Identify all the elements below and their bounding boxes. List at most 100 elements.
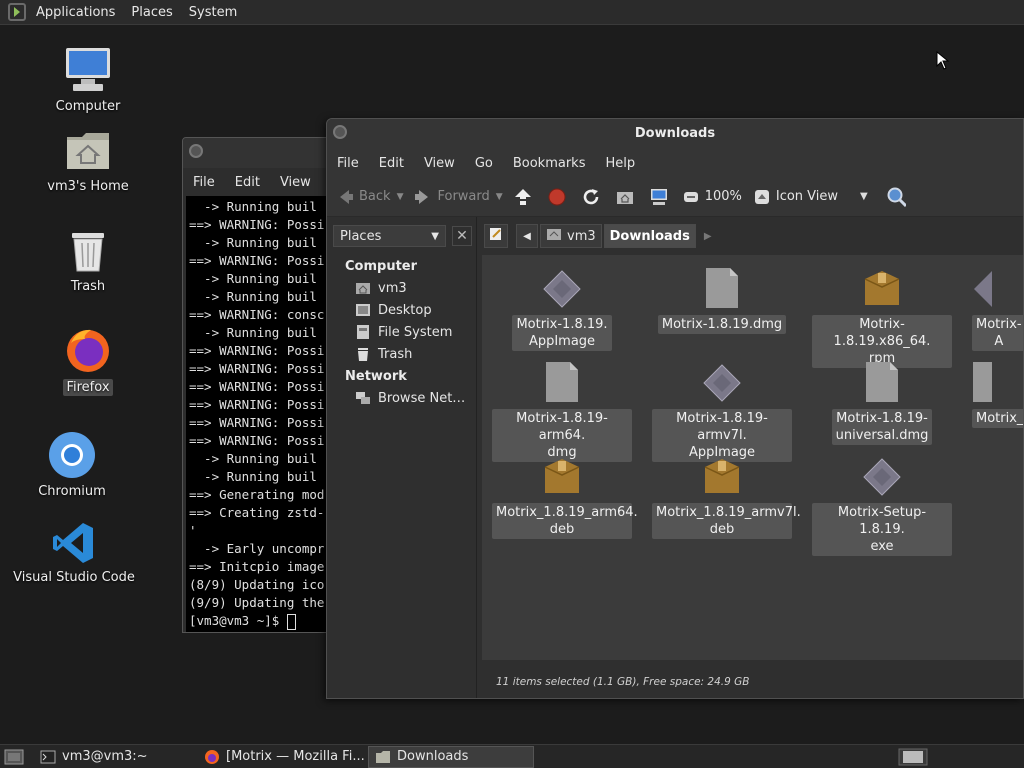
forward-button[interactable]: Forward ▼ bbox=[413, 187, 503, 207]
desktop-icon-chromium[interactable]: Chromium bbox=[12, 430, 132, 499]
terminal-line: (9/9) Updating the bbox=[189, 595, 325, 610]
menu-bookmarks[interactable]: Bookmarks bbox=[503, 156, 596, 171]
path-segment-vm3[interactable]: vm3 bbox=[540, 224, 602, 248]
desktop-icon-firefox[interactable]: Firefox bbox=[28, 325, 148, 396]
toggle-location-button[interactable] bbox=[484, 224, 508, 248]
sidebar-item-label: Trash bbox=[378, 346, 413, 362]
system-menu[interactable]: System bbox=[181, 0, 245, 25]
file-manager-titlebar[interactable]: Downloads bbox=[327, 119, 1023, 149]
chevron-right-icon[interactable]: ▶ bbox=[704, 231, 712, 242]
desktop-icon-trash[interactable]: Trash bbox=[28, 227, 148, 294]
computer-icon[interactable] bbox=[649, 187, 669, 207]
terminal-line: -> Running buil bbox=[189, 199, 317, 214]
computer-icon bbox=[66, 48, 110, 91]
terminal-line: ' bbox=[189, 523, 197, 538]
sidebar-item-trash[interactable]: Trash bbox=[327, 343, 476, 365]
mouse-pointer-icon bbox=[936, 51, 950, 70]
generic-file-icon bbox=[865, 359, 899, 403]
applications-menu[interactable]: Applications bbox=[28, 0, 123, 25]
file-item[interactable]: Motrix_1.8.19_armv7l. deb bbox=[652, 453, 801, 539]
zoom-control[interactable]: 100% bbox=[681, 187, 742, 207]
desktop-icon-home[interactable]: vm3's Home bbox=[28, 127, 148, 194]
desktop-icon-vscode[interactable]: Visual Studio Code bbox=[13, 520, 135, 585]
desktop-icon-label: vm3's Home bbox=[47, 179, 129, 194]
sidebar-item-vm3[interactable]: vm3 bbox=[327, 277, 476, 299]
sidebar-item-desktop[interactable]: Desktop bbox=[327, 299, 476, 321]
sidebar-item-label: Browse Net… bbox=[378, 390, 466, 406]
file-item[interactable]: Motrix_1.8.19_arm64. deb bbox=[492, 453, 638, 539]
file-item[interactable]: Motrix-1.8.19.dmg bbox=[652, 265, 792, 334]
file-item[interactable]: Motrix-1.8.19-armv7l. AppImage bbox=[652, 359, 792, 462]
path-segment-downloads[interactable]: Downloads bbox=[603, 224, 696, 248]
task-firefox[interactable]: [Motrix — Mozilla Fi... bbox=[198, 746, 364, 768]
file-item[interactable]: Motrix-1.8.19-arm64. dmg bbox=[492, 359, 632, 462]
terminal-menu-edit[interactable]: Edit bbox=[225, 175, 270, 190]
back-label: Back bbox=[359, 189, 391, 204]
network-icon bbox=[355, 390, 371, 406]
task-downloads[interactable]: Downloads bbox=[368, 745, 534, 768]
file-name: Motrix-Setup-1.8.19. exe bbox=[812, 503, 952, 556]
back-button[interactable]: Back ▼ bbox=[335, 187, 403, 207]
sidebar-item-browse-network[interactable]: Browse Net… bbox=[327, 387, 476, 409]
terminal-line: -> Running buil bbox=[189, 451, 317, 466]
terminal-menu-file[interactable]: File bbox=[183, 175, 225, 190]
up-arrow-icon[interactable] bbox=[513, 187, 533, 207]
menu-view[interactable]: View bbox=[414, 156, 465, 171]
chevron-down-icon[interactable]: ▼ bbox=[397, 192, 404, 202]
appimage-file-icon bbox=[862, 453, 902, 497]
task-label: [Motrix — Mozilla Fi... bbox=[226, 749, 364, 764]
desktop-icon-computer[interactable]: Computer bbox=[28, 45, 148, 114]
terminal-menu-view[interactable]: View bbox=[270, 175, 321, 190]
drive-icon bbox=[355, 324, 371, 340]
chevron-left-icon: ◀ bbox=[523, 230, 531, 242]
chevron-down-icon[interactable]: ▼ bbox=[496, 192, 503, 202]
file-item[interactable]: Motrix- A bbox=[972, 265, 1023, 351]
terminal-line: -> Running buil bbox=[189, 271, 317, 286]
show-desktop-icon[interactable] bbox=[4, 747, 24, 767]
terminal-window[interactable]: File Edit View -> Running buil ==> WARNIN… bbox=[182, 137, 342, 633]
path-segment-label: Downloads bbox=[609, 228, 690, 244]
search-icon[interactable] bbox=[886, 187, 906, 207]
terminal-line: -> Running buil bbox=[189, 469, 317, 484]
file-item[interactable]: Motrix-Setup-1.8.19. exe bbox=[812, 453, 952, 556]
top-panel: Applications Places System bbox=[0, 0, 1024, 25]
file-manager-window[interactable]: Downloads File Edit View Go Bookmarks He… bbox=[326, 118, 1024, 699]
desktop-icon-label: Visual Studio Code bbox=[13, 570, 135, 585]
places-menu[interactable]: Places bbox=[123, 0, 180, 25]
menu-go[interactable]: Go bbox=[465, 156, 503, 171]
menu-logo-icon[interactable] bbox=[8, 3, 26, 21]
task-label: Downloads bbox=[397, 749, 469, 764]
file-item[interactable]: Motrix-1.8.19- universal.dmg bbox=[812, 359, 952, 445]
terminal-line: ==> WARNING: Possi bbox=[189, 397, 325, 412]
terminal-line: -> Early uncompr bbox=[189, 541, 325, 556]
menu-help[interactable]: Help bbox=[595, 156, 645, 171]
file-icon-view[interactable]: Motrix-1.8.19. AppImage Motrix-1.8.19.dm… bbox=[482, 255, 1023, 660]
terminal-titlebar[interactable] bbox=[183, 138, 341, 168]
file-item[interactable]: Motrix-1.8.19.x86_64. rpm bbox=[812, 265, 952, 368]
close-sidebar-button[interactable]: ✕ bbox=[452, 226, 472, 246]
terminal-line: ==> Generating mod bbox=[189, 487, 325, 502]
path-scroll-left-button[interactable]: ◀ bbox=[516, 224, 538, 248]
window-menu-icon[interactable] bbox=[189, 144, 203, 158]
stop-icon[interactable] bbox=[547, 187, 567, 207]
file-manager-body: Places ▼ ✕ Computer vm3 Desktop File Sys… bbox=[327, 217, 1023, 698]
terminal-output[interactable]: -> Running buil ==> WARNING: Possi -> Run… bbox=[186, 196, 338, 632]
menu-file[interactable]: File bbox=[327, 156, 369, 171]
sidebar-item-file-system[interactable]: File System bbox=[327, 321, 476, 343]
sidebar-type-select[interactable]: Places ▼ bbox=[333, 225, 446, 247]
file-name: Motrix- A bbox=[972, 315, 1023, 351]
reload-icon[interactable] bbox=[581, 187, 601, 207]
terminal-line: (8/9) Updating ico bbox=[189, 577, 325, 592]
appimage-file-icon bbox=[972, 265, 992, 309]
workspace-switcher-icon[interactable] bbox=[898, 748, 928, 768]
window-menu-icon[interactable] bbox=[333, 125, 347, 139]
home-icon[interactable] bbox=[615, 187, 635, 207]
file-item[interactable]: Motrix_ bbox=[972, 359, 1023, 428]
task-terminal[interactable]: vm3@vm3:~ bbox=[34, 746, 194, 768]
terminal-line: ==> WARNING: consc bbox=[189, 307, 325, 322]
view-mode-select[interactable]: Icon View ▼ bbox=[752, 187, 868, 207]
menu-edit[interactable]: Edit bbox=[369, 156, 414, 171]
task-label: vm3@vm3:~ bbox=[62, 749, 148, 764]
terminal-prompt-line[interactable]: [vm3@vm3 ~]$ bbox=[189, 612, 335, 630]
file-item[interactable]: Motrix-1.8.19. AppImage bbox=[492, 265, 632, 351]
